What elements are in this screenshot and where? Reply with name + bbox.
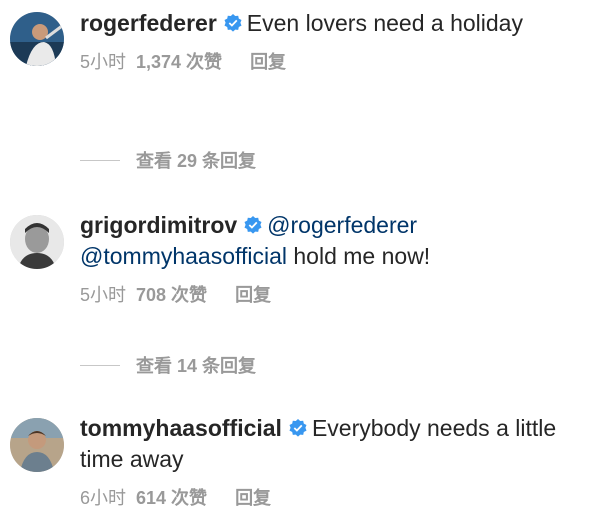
view-replies-label: 查看 14 条回复	[136, 356, 257, 376]
view-replies-button[interactable]: 查看 14 条回复	[80, 352, 256, 378]
comment-meta: 5小时 1,374 次赞 回复	[80, 51, 585, 73]
mention-link[interactable]: @rogerfederer	[267, 212, 417, 238]
comment-meta: 6小时 614 次赞 回复	[80, 487, 585, 509]
comment-time: 5小时	[80, 52, 127, 72]
comment-meta: 5小时 708 次赞 回复	[80, 284, 585, 306]
comment-username[interactable]: rogerfederer	[80, 10, 217, 36]
mention-link[interactable]: @tommyhaasofficial	[80, 243, 287, 269]
reply-button[interactable]: 回复	[235, 488, 271, 508]
avatar-grigordimitrov[interactable]	[10, 215, 64, 269]
verified-badge-icon	[223, 13, 243, 33]
avatar-tommyhaasofficial[interactable]	[10, 418, 64, 472]
verified-badge-icon	[288, 418, 308, 438]
comment-text: Even lovers need a holiday	[246, 10, 523, 36]
comment-time: 5小时	[80, 285, 127, 305]
comment-username[interactable]: grigordimitrov	[80, 212, 237, 238]
comment-time: 6小时	[80, 488, 127, 508]
comment-likes[interactable]: 614 次赞	[136, 488, 207, 508]
view-replies-button[interactable]: 查看 29 条回复	[80, 147, 256, 173]
comment-likes[interactable]: 708 次赞	[136, 285, 207, 305]
comment-likes[interactable]: 1,374 次赞	[136, 52, 222, 72]
comments-list: rogerfederer Even lovers need a holiday 5…	[0, 0, 600, 520]
reply-button[interactable]: 回复	[250, 52, 286, 72]
comment-username[interactable]: tommyhaasofficial	[80, 415, 282, 441]
divider-line	[80, 159, 120, 161]
reply-button[interactable]: 回复	[235, 285, 271, 305]
divider-line	[80, 364, 120, 366]
avatar-rogerfederer[interactable]	[10, 12, 64, 66]
comment-text: hold me now!	[293, 243, 431, 269]
verified-badge-icon	[243, 215, 263, 235]
view-replies-label: 查看 29 条回复	[136, 151, 257, 171]
